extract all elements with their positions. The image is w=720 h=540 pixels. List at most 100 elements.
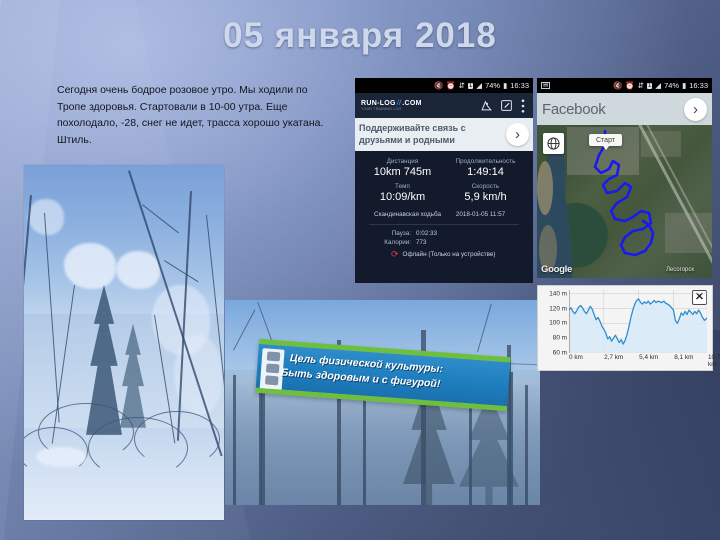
battery-icon: ▮ [503, 80, 508, 90]
activity-datetime: 2018-01-05 11:57 [455, 211, 506, 218]
map-pin-icon[interactable] [479, 99, 493, 113]
status-bar-right: 🔇 ⏰ ⇵ 1 ◢ 74% ▮ 16:33 [613, 81, 708, 90]
x-tick-label: 0 km [569, 354, 583, 361]
logo-text-left: RUN-LOG [361, 100, 396, 107]
stat-pace: Темп 10:09/km [361, 183, 444, 208]
detail-pause: Пауза: 0:02:33 [361, 229, 527, 238]
stat-label: Дистанция [386, 158, 419, 165]
y-tick-label: 100 m [549, 319, 567, 327]
body-text: Сегодня очень бодрое розовое утро. Мы хо… [57, 84, 324, 146]
banner-post [509, 372, 513, 505]
status-bar: ▤ 🔇 ⏰ ⇵ 1 ◢ 74% ▮ 16:33 [537, 78, 712, 93]
stat-value: 5,9 km/h [464, 191, 507, 203]
usb-icon: ⇵ [637, 80, 644, 90]
conifer-tree [120, 323, 146, 428]
facebook-app-bar[interactable]: Facebook › [537, 93, 712, 125]
usb-icon: ⇵ [458, 80, 465, 90]
stats-grid: Дистанция 10km 745m Продолжительность 1:… [355, 151, 533, 263]
stat-value: 1:49:14 [467, 166, 504, 178]
overflow-menu-icon[interactable] [519, 98, 527, 113]
map-place-label: Лесогорск [665, 267, 694, 273]
detail-key: Пауза: [391, 230, 411, 237]
sync-status-label: Офлайн (Только на устройстве) [402, 251, 496, 258]
phone-screenshot-map: ▤ 🔇 ⏰ ⇵ 1 ◢ 74% ▮ 16:33 Facebook › Старт… [537, 78, 712, 278]
y-axis-tick-labels: 140 m 120 m 100 m 80 m 60 m [541, 290, 568, 356]
y-tick-label: 80 m [552, 334, 567, 342]
y-tick-label: 140 m [549, 290, 567, 298]
compass-icon[interactable] [543, 133, 564, 154]
image-icon: ▤ [541, 81, 551, 90]
sync-icon: ⟳ [391, 249, 399, 259]
x-tick-label: 5,4 km [639, 354, 659, 361]
status-bar-clock: 16:33 [510, 81, 529, 90]
x-tick-label: 2,7 km [604, 354, 624, 361]
runlog-logo: RUN-LOG // .COM YOUR TRAINING LOG [361, 100, 422, 111]
frost-crown [64, 243, 116, 289]
battery-percentage: 74% [485, 81, 501, 90]
stat-value: 10:09/km [379, 191, 426, 203]
chevron-right-icon[interactable]: › [684, 97, 707, 121]
chevron-right-icon[interactable]: › [506, 123, 529, 146]
detail-value: 773 [416, 239, 427, 246]
detail-calories: Калории: 773 [361, 238, 527, 247]
battery-icon: ▮ [682, 80, 687, 90]
detail-key: Калории: [384, 239, 411, 246]
signal-icon: ◢ [655, 80, 662, 90]
edit-icon[interactable] [499, 99, 513, 113]
app-bar: RUN-LOG // .COM YOUR TRAINING LOG [355, 93, 533, 118]
frost-crown [116, 251, 160, 289]
start-marker[interactable]: Старт [589, 134, 623, 150]
page-title: 05 января 2018 [223, 16, 497, 55]
stat-label: Продолжительность [455, 158, 516, 165]
stats-row-2: Темп 10:09/km Скорость 5,9 km/h [361, 183, 527, 208]
alarm-icon: ⏰ [446, 80, 456, 90]
status-bar: 🔇 ⏰ ⇵ 1 ◢ 74% ▮ 16:33 [355, 78, 533, 93]
snow-arch [134, 411, 220, 467]
divider [369, 224, 519, 225]
battery-percentage: 74% [664, 81, 680, 90]
elevation-plot: 140 m 120 m 100 m 80 m 60 m 0 km 2,7 km 5,4 km… [541, 290, 720, 368]
stat-distance: Дистанция 10km 745m [361, 158, 444, 183]
snow-mound [36, 447, 86, 467]
elevation-chart-panel: ✕ 140 m 120 m 100 m 80 m 60 m 0 km 2,7 km 5,4 … [537, 285, 720, 371]
x-tick-label: 10,7 km [708, 354, 720, 368]
activity-type: Скандинавская ходьба [374, 211, 441, 218]
x-axis-tick-labels: 0 km 2,7 km 5,4 km 8,1 km 10,7 km [565, 354, 720, 368]
y-tick-label: 120 m [549, 305, 567, 313]
sync-status-row[interactable]: ⟳ Офлайн (Только на устройстве) [361, 247, 527, 259]
stat-duration: Продолжительность 1:49:14 [444, 158, 527, 183]
ad-text-line1: Поддерживайте связь с [359, 123, 466, 133]
tree-trunk [525, 385, 528, 505]
activity-meta-row: Скандинавская ходьба 2018-01-05 11:57 [361, 208, 527, 218]
mute-icon: 🔇 [433, 80, 444, 90]
stat-speed: Скорость 5,9 km/h [444, 183, 527, 208]
mute-icon: 🔇 [612, 80, 623, 90]
photo-health-trail-banner: Цель физической культуры: Быть здоровым … [225, 300, 540, 505]
google-logo: Google [541, 264, 572, 275]
stat-label: Скорость [471, 183, 500, 190]
logo-text-right: .COM [402, 100, 422, 107]
phone-screenshot-runlog: 🔇 ⏰ ⇵ 1 ◢ 74% ▮ 16:33 RUN-LOG // .COM YO… [355, 78, 533, 283]
signal-icon: ◢ [476, 80, 483, 90]
logo-tagline: YOUR TRAINING LOG [361, 107, 402, 111]
map-canvas[interactable]: Старт Google Лесогорск [537, 125, 712, 278]
stat-label: Темп [395, 183, 410, 190]
photo-winter-forest [24, 165, 224, 520]
sim-icon: 1 [467, 82, 474, 89]
status-bar-clock: 16:33 [689, 81, 708, 90]
stats-row-1: Дистанция 10km 745m Продолжительность 1:… [361, 158, 527, 183]
ad-text: Поддерживайте связь с друзьями и родными [359, 123, 506, 146]
sim-icon: 1 [646, 82, 653, 89]
logo-slash: // [396, 100, 402, 107]
stat-value: 10km 745m [373, 166, 432, 178]
status-bar-icons: 🔇 ⏰ ⇵ 1 ◢ [434, 82, 482, 90]
status-bar-icons: 🔇 ⏰ ⇵ 1 ◢ [613, 82, 661, 90]
ad-text-line2: друзьями и родными [359, 134, 455, 145]
ad-banner[interactable]: Поддерживайте связь с друзьями и родными… [355, 118, 533, 151]
elevation-series [568, 290, 708, 354]
x-tick-label: 8,1 km [674, 354, 694, 361]
plot-area [568, 290, 708, 354]
slide-canvas: 05 января 2018 Сегодня очень бодрое розо… [0, 0, 720, 540]
facebook-app-label: Facebook [542, 100, 606, 118]
alarm-icon: ⏰ [625, 80, 635, 90]
